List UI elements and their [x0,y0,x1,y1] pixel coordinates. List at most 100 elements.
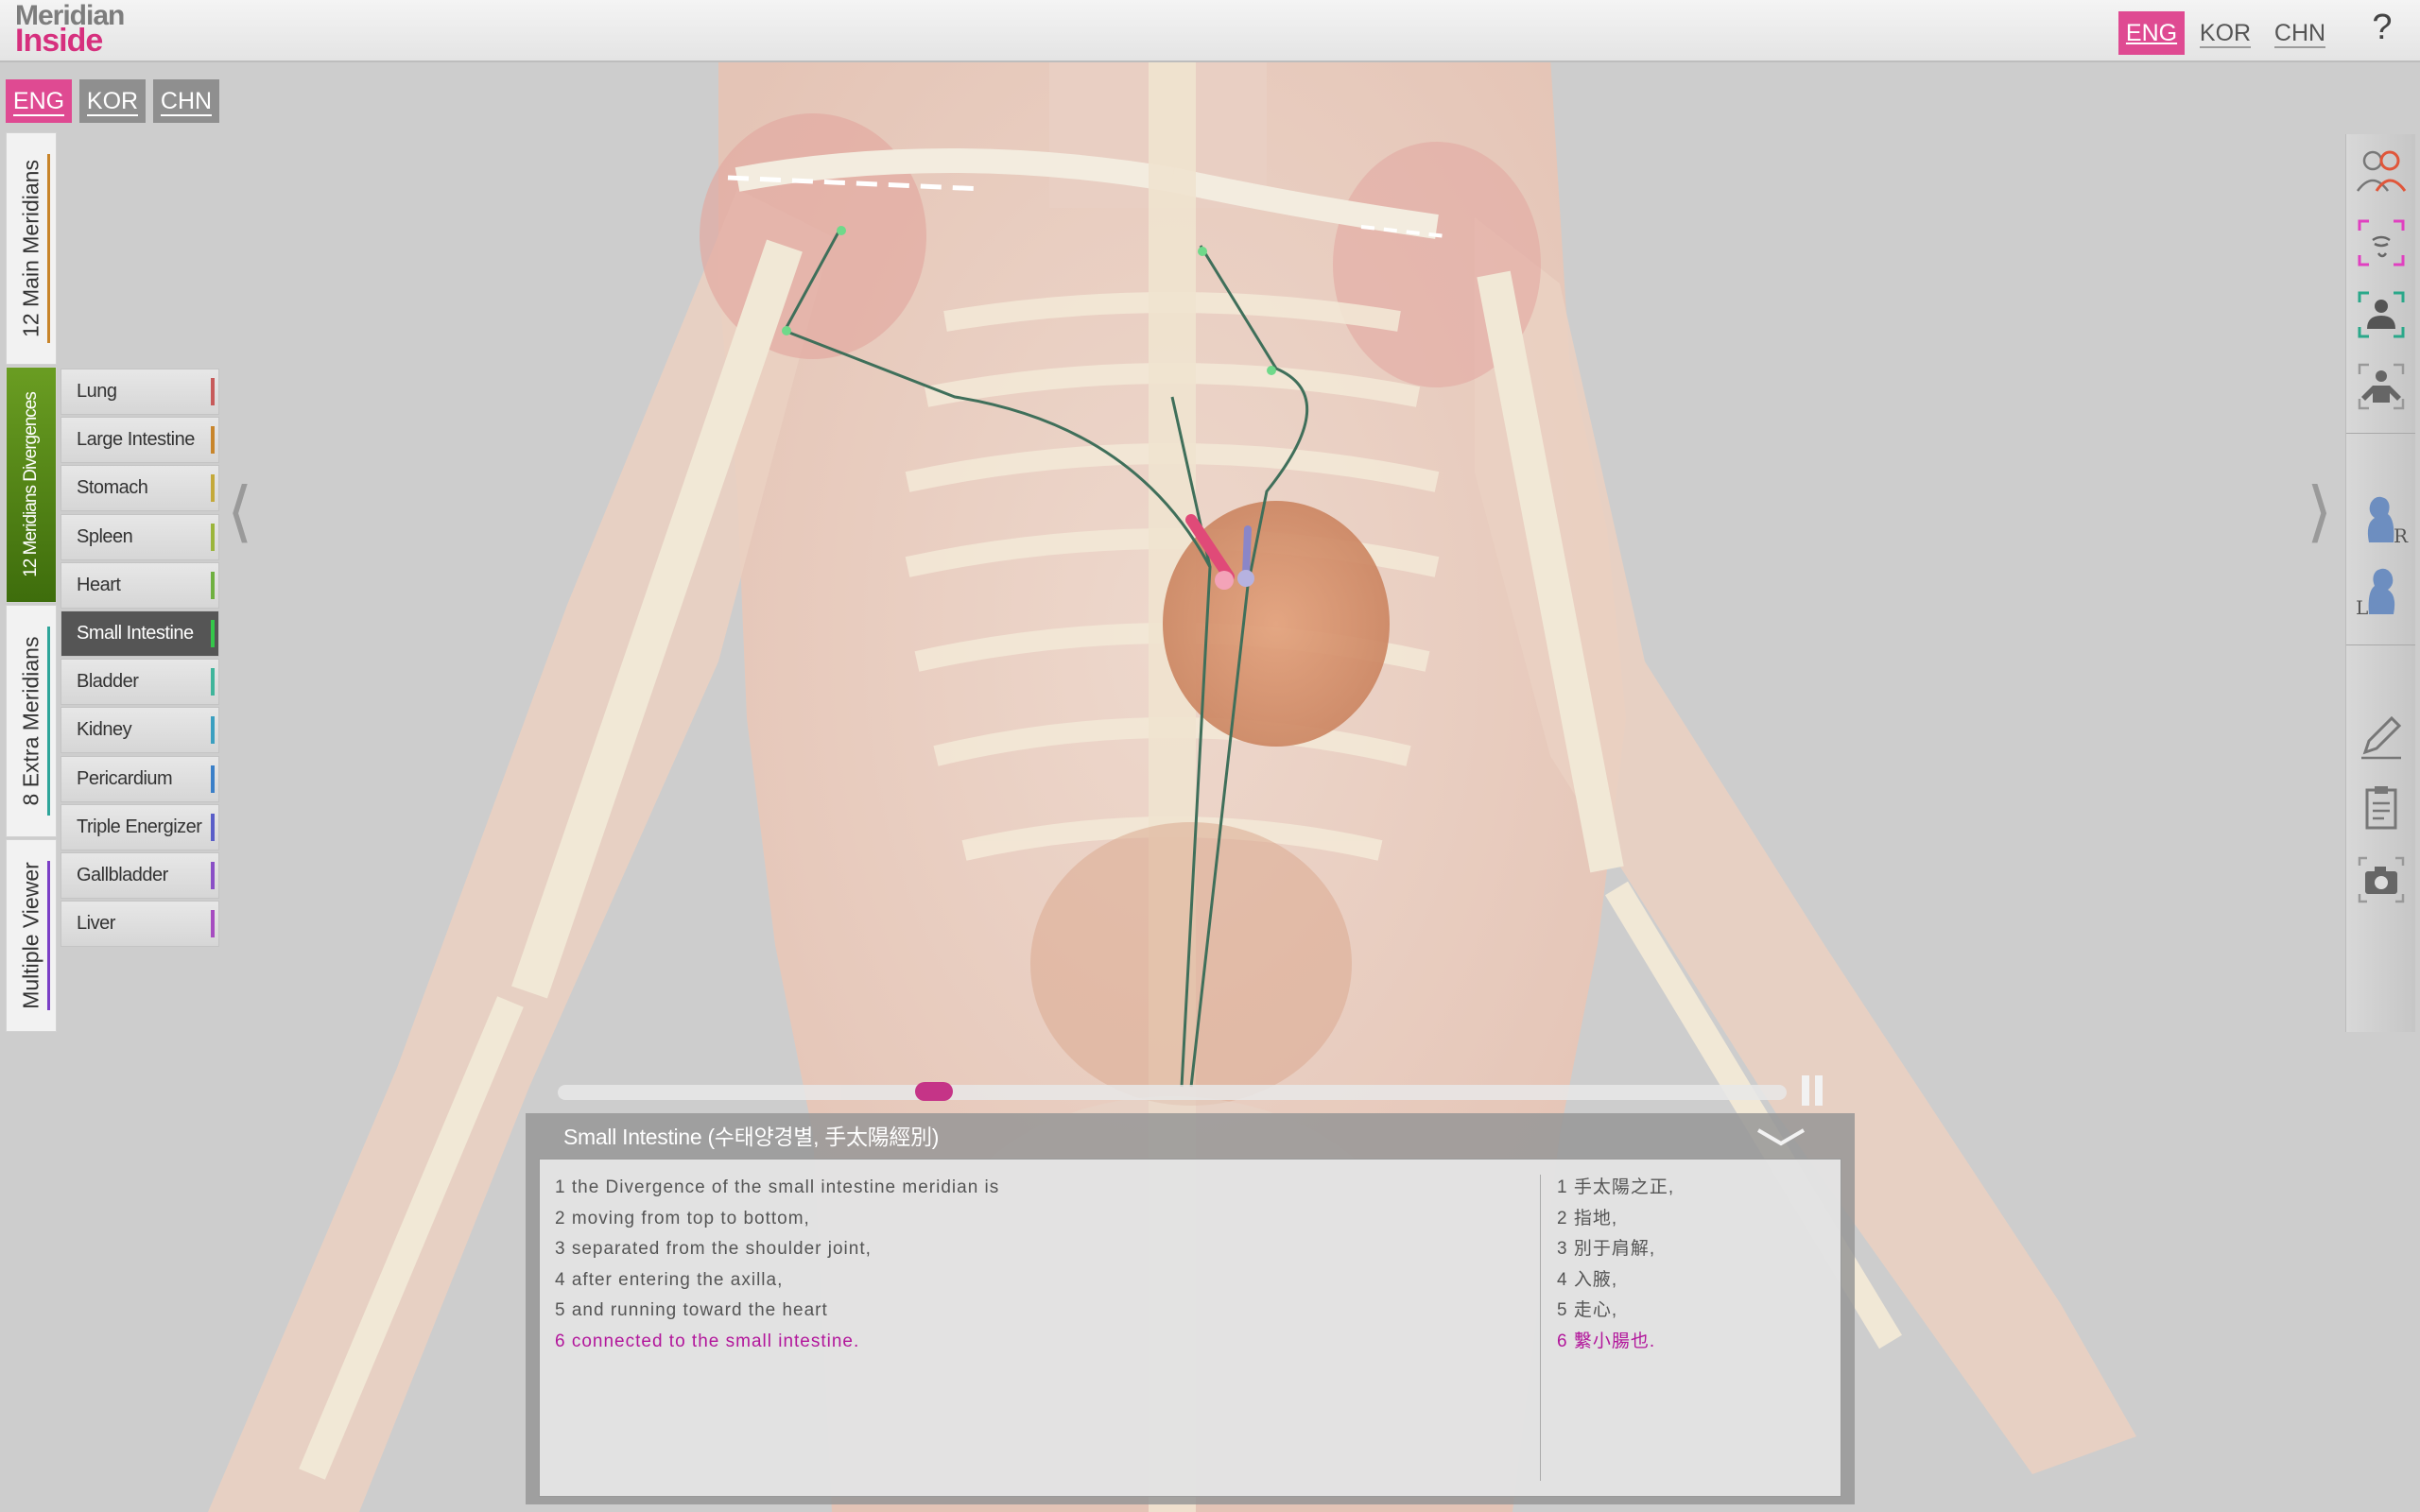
chinese-text-column: 1 手太陽之正, 2 指地, 3 別于肩解, 4 入腋, 5 走心, 6 繫小腸… [1557,1173,1674,1358]
english-line: 5 and running toward the heart [555,1300,828,1321]
tab-stripe [47,861,50,1010]
pause-icon[interactable] [1802,1075,1824,1106]
sub-lang-chn-label: CHN [160,88,213,116]
meridian-label: Pericardium [77,767,173,789]
sub-lang-kor-button[interactable]: KOR [79,79,146,123]
english-text-column: 1 the Divergence of the small intestine … [555,1173,999,1358]
body-view-icon[interactable] [2354,144,2409,198]
tab-label: Multiple Viewer [18,862,43,1009]
sub-lang-eng-button[interactable]: ENG [6,79,72,123]
meridian-item-lung[interactable]: Lung [60,369,219,415]
chinese-line-highlighted: 6 繫小腸也. [1557,1331,1656,1351]
meridian-item-stomach[interactable]: Stomach [60,465,219,512]
sub-lang-chn-button[interactable]: CHN [153,79,219,123]
meridian-item-pericardium[interactable]: Pericardium [60,755,219,802]
meridian-color-bar [211,668,215,696]
top-lang-chn-label: CHN [2273,20,2326,48]
tab-multiple-viewer[interactable]: Multiple Viewer [6,839,57,1032]
top-lang-kor-label: KOR [2199,20,2252,48]
top-lang-chn-button[interactable]: CHN [2267,11,2333,55]
meridian-label: Heart [77,574,121,595]
next-arrow-icon[interactable]: ⟩ [2307,472,2332,550]
meridian-color-bar [211,813,215,841]
animation-timeline-slider[interactable] [558,1082,1787,1101]
meridian-item-spleen[interactable]: Spleen [60,513,219,560]
app-logo: Meridian Inside [15,2,125,59]
meridian-color-bar [211,619,215,647]
pencil-icon[interactable] [2354,709,2409,764]
meridian-item-triple-energizer[interactable]: Triple Energizer [60,803,219,850]
meridian-color-bar [211,426,215,455]
toolbar-l-label: L [2356,596,2368,618]
meridian-label: Liver [77,913,115,935]
chinese-line: 4 入腋, [1557,1269,1618,1290]
meridian-list: Lung Large Intestine Stomach Spleen Hear… [60,369,219,949]
english-line: 1 the Divergence of the small intestine … [555,1177,1000,1197]
meridian-color-bar [211,378,215,405]
meridian-label: Lung [77,381,117,402]
tab-label: 12 Meridians Divergences [21,392,41,577]
logo-line2: Inside [15,23,103,59]
chevron-down-icon[interactable] [1754,1126,1807,1149]
meridian-item-heart[interactable]: Heart [60,561,219,609]
meridian-label: Gallbladder [77,864,168,885]
meridian-color-bar [211,474,215,503]
top-lang-kor-button[interactable]: KOR [2195,11,2256,55]
meridian-label: Spleen [77,525,133,547]
meridian-label: Bladder [77,671,139,693]
panel-title: Small Intestine (수태양경별, 手太陽經別) [563,1125,940,1149]
meridian-label: Stomach [77,477,148,499]
chinese-line: 2 指地, [1557,1208,1618,1228]
description-panel: Small Intestine (수태양경별, 手太陽經別) 1 the Div… [526,1113,1855,1504]
meridian-item-kidney[interactable]: Kidney [60,707,219,754]
meridian-color-bar [211,716,215,745]
tab-stripe [47,627,50,816]
meridian-item-large-intestine[interactable]: Large Intestine [60,417,219,464]
chinese-line: 3 別于肩解, [1557,1239,1656,1260]
sub-lang-kor-label: KOR [86,88,139,116]
panel-text-area: 1 the Divergence of the small intestine … [539,1159,1841,1497]
top-bar: Meridian Inside ENG KOR CHN ? [0,0,2420,62]
meridian-label: Kidney [77,719,132,741]
tab-label: 8 Extra Meridians [18,636,43,806]
meridian-item-small-intestine[interactable]: Small Intestine [60,610,219,657]
previous-arrow-icon[interactable]: ⟨ [227,472,252,550]
chinese-line: 1 手太陽之正, [1557,1177,1675,1197]
chinese-line: 5 走心, [1557,1300,1618,1321]
meridian-color-bar [211,910,215,938]
notepad-icon[interactable] [2354,781,2409,835]
pause-bar [1815,1075,1823,1106]
torso-focus-icon[interactable] [2354,287,2409,342]
toolbar-divider [2346,433,2415,434]
toolbar-r-label: R [2394,524,2409,546]
tab-8-extra-meridians[interactable]: 8 Extra Meridians [6,605,57,837]
right-side-view-icon[interactable]: R [2354,491,2409,546]
meridian-color-bar [211,861,215,889]
left-side-view-icon[interactable]: L [2354,563,2409,618]
tab-12-meridians-divergences[interactable]: 12 Meridians Divergences [6,367,57,603]
meridian-item-bladder[interactable]: Bladder [60,659,219,706]
english-line: 2 moving from top to bottom, [555,1208,810,1228]
meridian-label: Small Intestine [77,622,194,644]
meridian-color-bar [211,765,215,793]
camera-icon[interactable] [2354,852,2409,907]
right-toolbar: R L [2345,134,2415,1032]
tab-12-main-meridians[interactable]: 12 Main Meridians [6,132,57,365]
top-lang-eng-button[interactable]: ENG [2118,11,2185,55]
face-focus-icon[interactable] [2354,215,2409,270]
timeline-handle[interactable] [915,1082,953,1101]
tab-label: 12 Main Meridians [18,160,43,337]
english-line: 4 after entering the axilla, [555,1269,784,1290]
meridian-label: Triple Energizer [77,816,202,837]
meridian-color-bar [211,571,215,599]
meridian-item-gallbladder[interactable]: Gallbladder [60,851,219,899]
english-line-highlighted: 6 connected to the small intestine. [555,1331,860,1351]
tab-stripe [47,154,50,343]
pause-bar [1802,1075,1809,1106]
column-divider [1540,1175,1541,1481]
toolbar-divider [2346,644,2415,645]
meridian-label: Large Intestine [77,429,195,451]
meridian-item-liver[interactable]: Liver [60,901,219,948]
full-body-focus-icon[interactable] [2354,359,2409,414]
help-button[interactable]: ? [2363,8,2401,48]
